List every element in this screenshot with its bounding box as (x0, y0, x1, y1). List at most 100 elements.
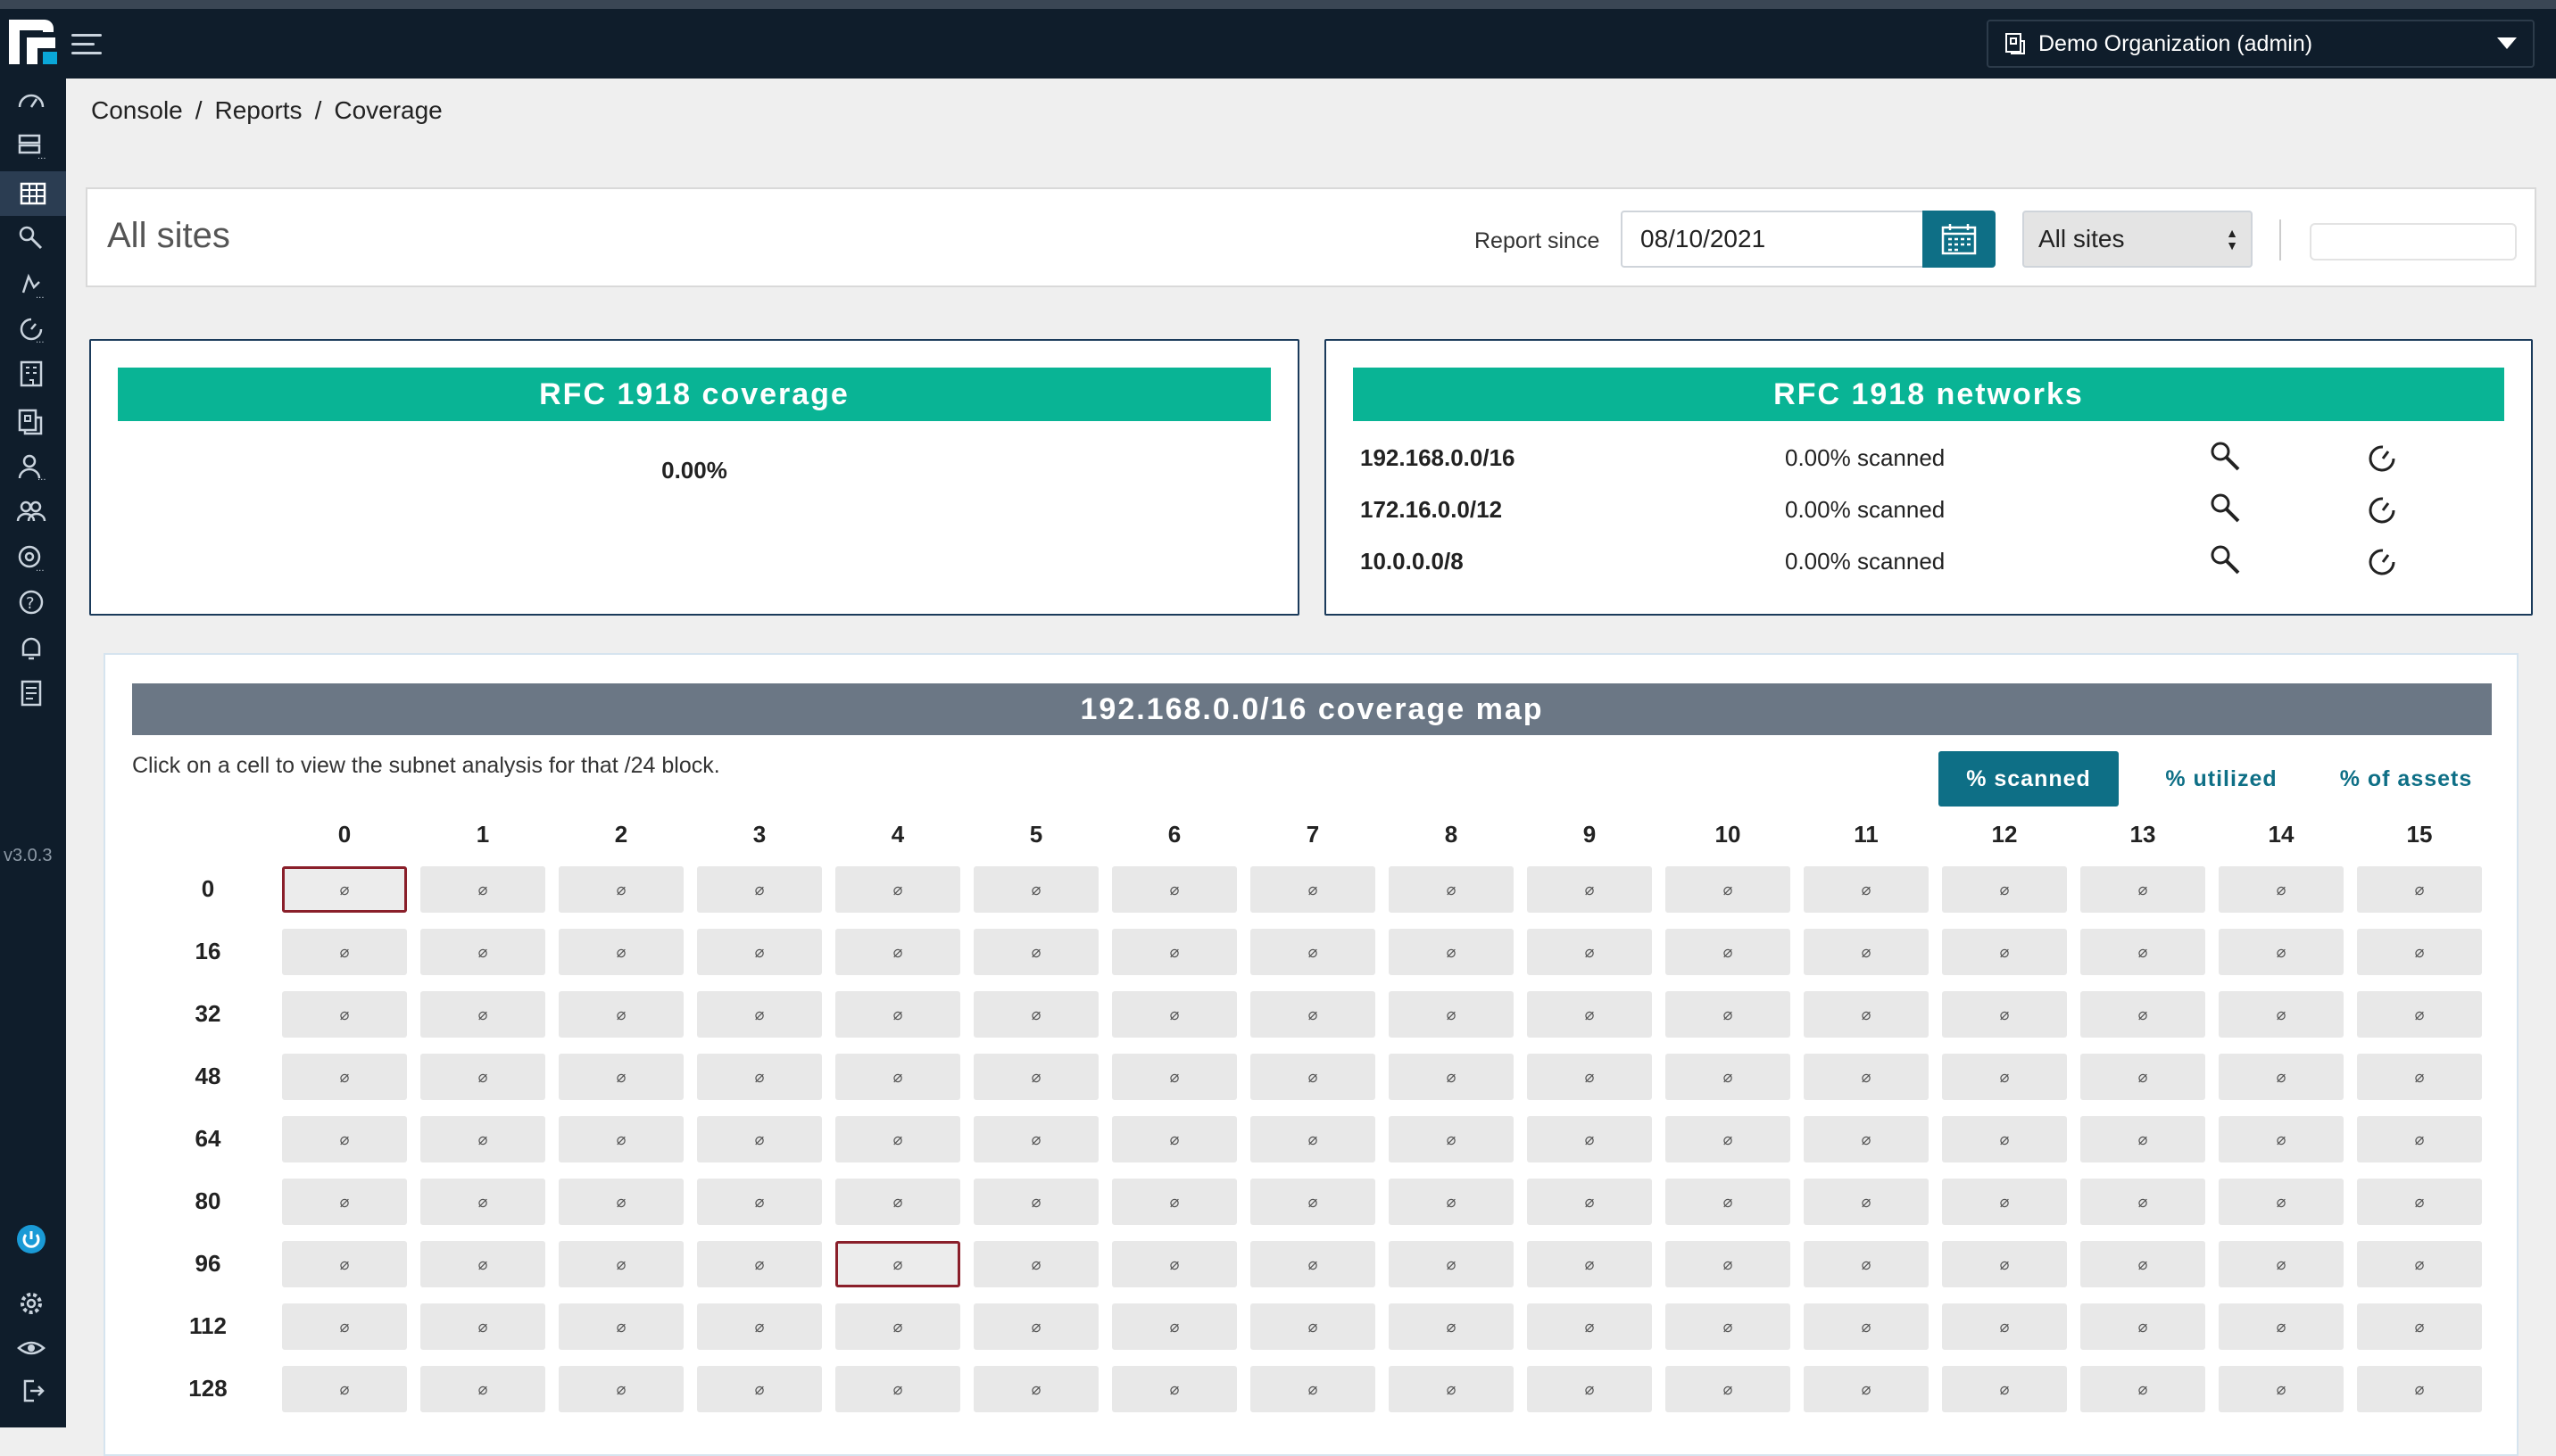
subnet-cell[interactable]: ⌀ (2080, 1054, 2205, 1100)
subnet-cell[interactable]: ⌀ (559, 1241, 684, 1287)
subnet-cell[interactable]: ⌀ (974, 866, 1099, 913)
subnet-cell[interactable]: ⌀ (1527, 929, 1652, 975)
subnet-cell[interactable]: ⌀ (1250, 1116, 1375, 1162)
gear-icon[interactable] (9, 1281, 54, 1326)
subnet-cell[interactable]: ⌀ (2357, 1303, 2482, 1350)
subnet-cell[interactable]: ⌀ (282, 1116, 407, 1162)
subnet-cell[interactable]: ⌀ (1527, 1179, 1652, 1225)
subnet-cell[interactable]: ⌀ (559, 866, 684, 913)
subnet-cell[interactable]: ⌀ (1389, 1054, 1514, 1100)
subnet-cell[interactable]: ⌀ (1804, 1366, 1929, 1412)
subnet-cell[interactable]: ⌀ (420, 1179, 545, 1225)
subnet-cell[interactable]: ⌀ (1942, 1054, 2067, 1100)
subnet-cell[interactable]: ⌀ (1942, 1241, 2067, 1287)
subnet-cell[interactable]: ⌀ (1389, 866, 1514, 913)
subnet-cell[interactable]: ⌀ (697, 1054, 822, 1100)
subnet-cell[interactable]: ⌀ (2219, 1179, 2344, 1225)
subnet-cell[interactable]: ⌀ (559, 1116, 684, 1162)
subnet-cell[interactable]: ⌀ (697, 1179, 822, 1225)
subnet-cell[interactable]: ⌀ (1389, 991, 1514, 1038)
subnet-cell[interactable]: ⌀ (835, 1054, 960, 1100)
subnet-cell[interactable]: ⌀ (420, 929, 545, 975)
subnet-cell[interactable]: ⌀ (1112, 1241, 1237, 1287)
subnet-cell[interactable]: ⌀ (282, 929, 407, 975)
subnet-cell[interactable]: ⌀ (1112, 1179, 1237, 1225)
subnet-cell[interactable]: ⌀ (1942, 866, 2067, 913)
nav-dashboard-icon[interactable] (9, 79, 54, 123)
subnet-cell[interactable]: ⌀ (1665, 929, 1790, 975)
subnet-cell[interactable]: ⌀ (1389, 1303, 1514, 1350)
subnet-cell[interactable]: ⌀ (1665, 866, 1790, 913)
subnet-cell[interactable]: ⌀ (2357, 1241, 2482, 1287)
power-icon[interactable] (9, 1217, 54, 1262)
subnet-cell[interactable]: ⌀ (1250, 929, 1375, 975)
toggle-utilized[interactable]: % utilized (2131, 751, 2311, 807)
nav-search-icon[interactable] (9, 216, 54, 261)
subnet-cell[interactable]: ⌀ (2080, 1303, 2205, 1350)
subnet-cell[interactable]: ⌀ (2357, 929, 2482, 975)
subnet-cell[interactable]: ⌀ (1389, 929, 1514, 975)
subnet-cell[interactable]: ⌀ (974, 991, 1099, 1038)
subnet-cell[interactable]: ⌀ (1250, 991, 1375, 1038)
nav-alerts-icon[interactable] (9, 626, 54, 671)
eye-icon[interactable] (9, 1326, 54, 1370)
subnet-cell[interactable]: ⌀ (1527, 1241, 1652, 1287)
menu-toggle-icon[interactable] (71, 34, 102, 59)
subnet-cell[interactable]: ⌀ (2219, 991, 2344, 1038)
subnet-cell[interactable]: ⌀ (1389, 1116, 1514, 1162)
subnet-cell[interactable]: ⌀ (1112, 1054, 1237, 1100)
logo-icon[interactable] (4, 11, 62, 70)
search-icon[interactable] (2208, 542, 2244, 578)
nav-docs-icon[interactable] (9, 671, 54, 716)
subnet-cell[interactable]: ⌀ (282, 1366, 407, 1412)
subnet-cell[interactable]: ⌀ (1527, 1116, 1652, 1162)
subnet-cell[interactable]: ⌀ (1665, 991, 1790, 1038)
subnet-cell[interactable]: ⌀ (697, 1366, 822, 1412)
subnet-cell[interactable]: ⌀ (2080, 1116, 2205, 1162)
subnet-cell[interactable]: ⌀ (1250, 1366, 1375, 1412)
subnet-cell[interactable]: ⌀ (1112, 991, 1237, 1038)
subnet-cell[interactable]: ⌀ (282, 991, 407, 1038)
subnet-cell[interactable]: ⌀ (697, 1241, 822, 1287)
search-icon[interactable] (2208, 491, 2244, 526)
subnet-cell[interactable]: ⌀ (1804, 1179, 1929, 1225)
logout-icon[interactable] (9, 1369, 54, 1413)
subnet-cell[interactable]: ⌀ (420, 1054, 545, 1100)
organization-select[interactable]: Demo Organization (admin) (1987, 20, 2535, 68)
subnet-cell[interactable]: ⌀ (1527, 991, 1652, 1038)
subnet-cell[interactable]: ⌀ (1804, 1241, 1929, 1287)
subnet-cell[interactable]: ⌀ (1250, 1054, 1375, 1100)
site-select[interactable]: All sites ▲ ▼ (2022, 211, 2253, 268)
subnet-cell[interactable]: ⌀ (974, 1366, 1099, 1412)
subnet-cell[interactable]: ⌀ (1389, 1366, 1514, 1412)
subnet-cell[interactable]: ⌀ (1804, 1116, 1929, 1162)
subnet-cell[interactable]: ⌀ (1942, 1116, 2067, 1162)
subnet-cell[interactable]: ⌀ (1112, 1116, 1237, 1162)
subnet-cell[interactable]: ⌀ (420, 1116, 545, 1162)
subnet-cell[interactable]: ⌀ (420, 866, 545, 913)
subnet-cell[interactable]: ⌀ (1665, 1054, 1790, 1100)
scan-icon[interactable] (2365, 441, 2401, 476)
subnet-cell[interactable]: ⌀ (2357, 1054, 2482, 1100)
subnet-cell[interactable]: ⌀ (2357, 1366, 2482, 1412)
subnet-cell[interactable]: ⌀ (1942, 1303, 2067, 1350)
subnet-cell[interactable]: ⌀ (2219, 1116, 2344, 1162)
subnet-cell[interactable]: ⌀ (835, 929, 960, 975)
subnet-cell[interactable]: ⌀ (559, 1179, 684, 1225)
nav-reports-icon[interactable] (0, 171, 66, 216)
subnet-cell[interactable]: ⌀ (2080, 929, 2205, 975)
subnet-cell[interactable]: ⌀ (1250, 866, 1375, 913)
breadcrumb-reports[interactable]: Reports (215, 96, 303, 124)
subnet-cell[interactable]: ⌀ (2219, 1366, 2344, 1412)
nav-account-icon[interactable]: ... (9, 444, 54, 489)
subnet-cell[interactable]: ⌀ (420, 1303, 545, 1350)
subnet-cell[interactable]: ⌀ (559, 1303, 684, 1350)
subnet-cell[interactable]: ⌀ (1942, 929, 2067, 975)
subnet-cell[interactable]: ⌀ (697, 991, 822, 1038)
subnet-cell[interactable]: ⌀ (835, 1241, 960, 1287)
subnet-cell[interactable]: ⌀ (2080, 866, 2205, 913)
subnet-cell[interactable]: ⌀ (420, 1366, 545, 1412)
subnet-cell[interactable]: ⌀ (1665, 1241, 1790, 1287)
subnet-cell[interactable]: ⌀ (1112, 929, 1237, 975)
search-icon[interactable] (2208, 439, 2244, 475)
